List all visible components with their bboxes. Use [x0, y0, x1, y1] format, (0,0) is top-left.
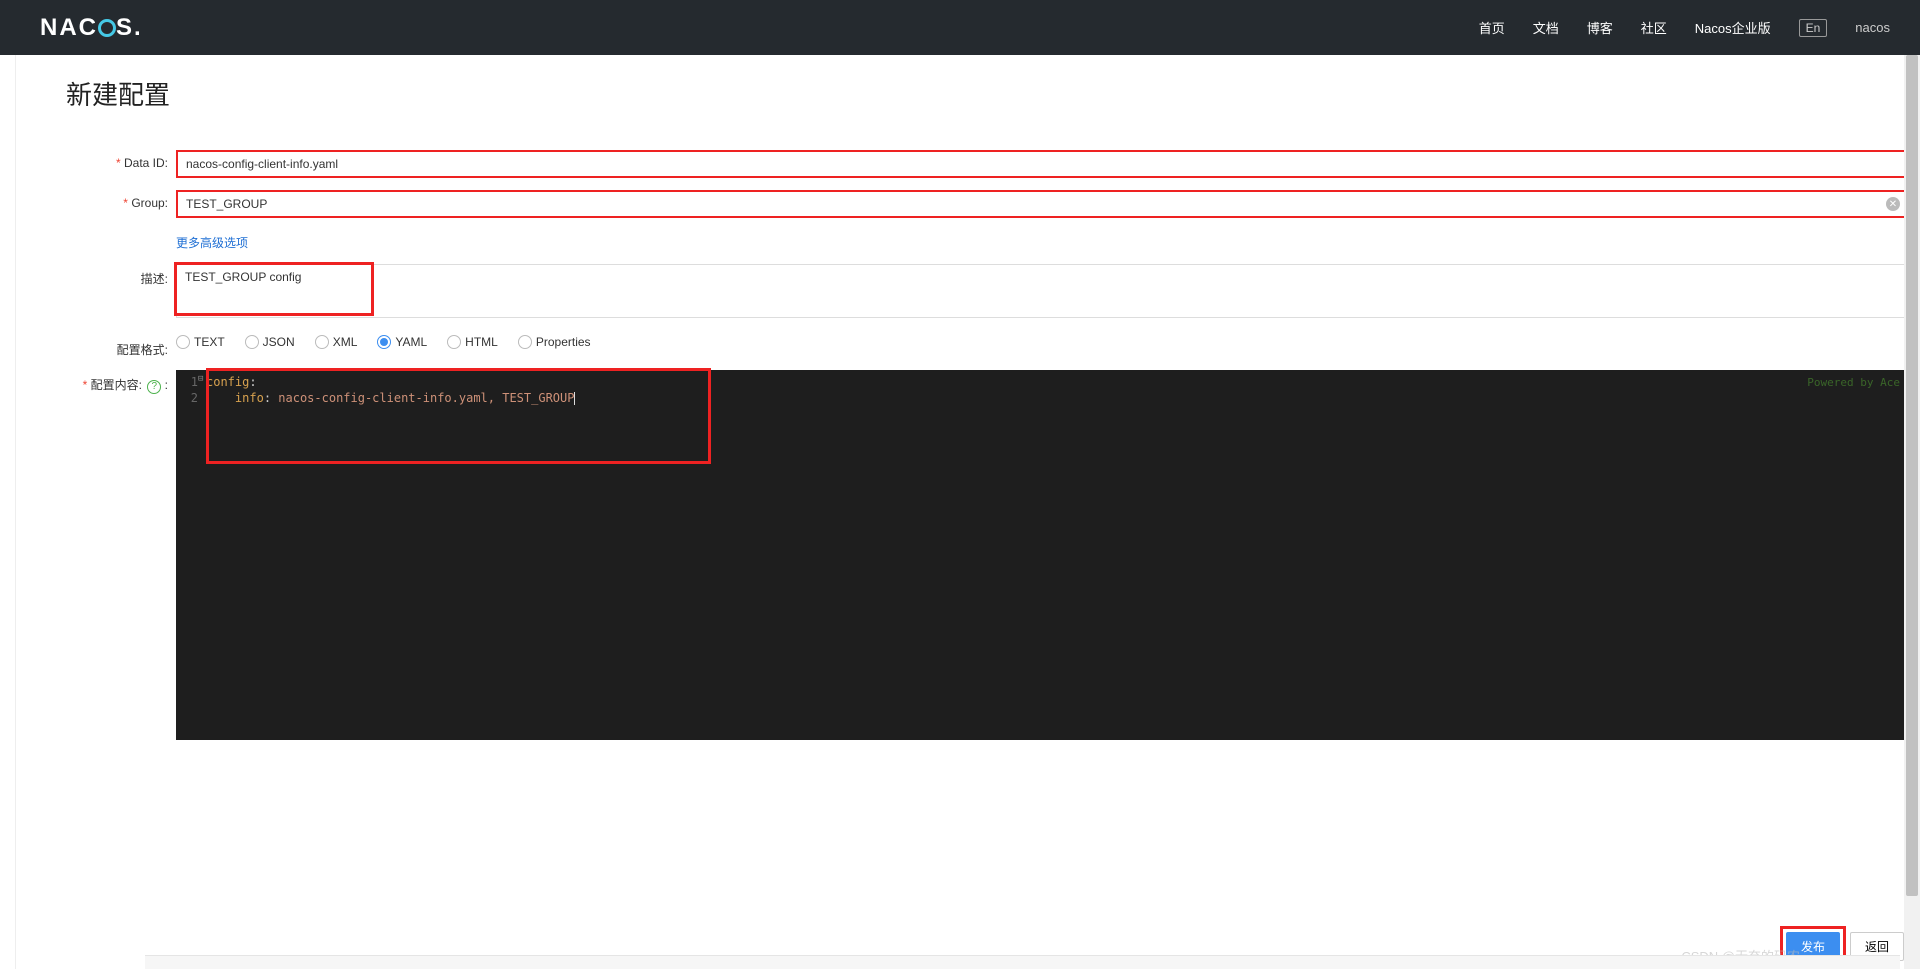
code-editor[interactable]: 12 ⊟ config: info: nacos-config-client-i… [176, 370, 1910, 740]
radio-dot-icon [518, 335, 532, 349]
input-data-id[interactable] [176, 150, 1910, 178]
top-navbar: NACS. 首页 文档 博客 社区 Nacos企业版 En nacos [0, 0, 1920, 55]
label-group: Group: [66, 190, 176, 210]
format-radio-text[interactable]: TEXT [176, 335, 225, 349]
lang-toggle[interactable]: En [1799, 19, 1828, 37]
vertical-scrollbar[interactable] [1904, 55, 1920, 969]
radio-dot-icon [315, 335, 329, 349]
radio-dot-icon [447, 335, 461, 349]
help-icon[interactable]: ? [147, 380, 161, 394]
radio-dot-icon [245, 335, 259, 349]
format-radio-json[interactable]: JSON [245, 335, 295, 349]
page-title: 新建配置 [66, 75, 1910, 122]
label-desc: 描述: [66, 264, 176, 287]
nav-docs[interactable]: 文档 [1533, 18, 1559, 37]
input-group[interactable] [176, 190, 1910, 218]
editor-powered-label: Powered by Ace [1807, 376, 1900, 389]
advanced-options-link[interactable]: 更多高级选项 [176, 234, 248, 251]
format-radio-yaml[interactable]: YAML [377, 335, 427, 349]
nav-blog[interactable]: 博客 [1587, 18, 1613, 37]
horizontal-scrollbar[interactable] [145, 955, 1900, 969]
clear-icon[interactable]: ✕ [1886, 197, 1900, 211]
label-format: 配置格式: [66, 335, 176, 358]
format-radio-properties[interactable]: Properties [518, 335, 591, 349]
logo: NACS. [40, 14, 143, 42]
format-label: TEXT [194, 335, 225, 349]
format-radio-html[interactable]: HTML [447, 335, 498, 349]
format-label: Properties [536, 335, 591, 349]
radio-dot-icon [377, 335, 391, 349]
user-name[interactable]: nacos [1855, 20, 1890, 35]
label-data-id: Data ID: [66, 150, 176, 170]
format-label: JSON [263, 335, 295, 349]
label-content: 配置内容: ? : [66, 370, 176, 394]
input-desc[interactable] [176, 264, 1910, 318]
format-radio-xml[interactable]: XML [315, 335, 358, 349]
nav-home[interactable]: 首页 [1479, 18, 1505, 37]
format-label: HTML [465, 335, 498, 349]
format-label: YAML [395, 335, 427, 349]
nav-menu: 首页 文档 博客 社区 Nacos企业版 En nacos [1479, 18, 1890, 37]
nav-enterprise[interactable]: Nacos企业版 [1695, 18, 1771, 37]
format-radio-group: TEXT JSON XML YAML HTML Properties [176, 335, 1910, 349]
format-label: XML [333, 335, 358, 349]
nav-community[interactable]: 社区 [1641, 18, 1667, 37]
radio-dot-icon [176, 335, 190, 349]
content-area: 〈 新建配置 Data ID: Group: ✕ 更多高级选项 描述: [15, 55, 1920, 969]
